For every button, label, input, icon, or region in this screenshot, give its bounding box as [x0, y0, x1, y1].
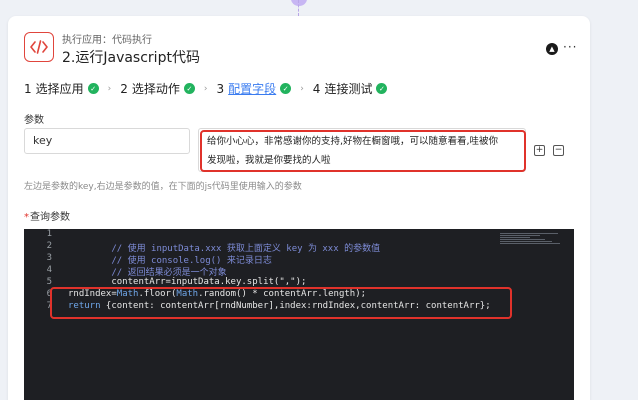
step-number: 1	[24, 81, 32, 96]
required-mark: *	[24, 212, 29, 223]
step-number: 3	[216, 81, 225, 96]
line-number: 1	[46, 229, 52, 239]
step-progress: 1 选择应用 ✓ › 2 选择动作 ✓ › 3 配置字段 ✓ › 4 连接测试 …	[24, 80, 388, 97]
value-highlight-box	[200, 130, 526, 172]
code-minimap[interactable]	[500, 233, 562, 245]
step-configure-fields[interactable]: 3 配置字段 ✓	[217, 80, 292, 97]
step-card: 执行应用：代码执行 2.运行Javascript代码 ▲ ··· 1 选择应用 …	[8, 16, 590, 400]
line-number: 4	[46, 265, 52, 275]
chevron-up-icon[interactable]: ▲	[546, 43, 558, 55]
chevron-right-icon: ›	[203, 83, 208, 94]
flow-connector	[298, 0, 300, 16]
step-number: 4	[312, 81, 321, 96]
line-number: 3	[46, 253, 52, 263]
line-number: 2	[46, 241, 52, 251]
code-brackets-icon	[24, 32, 54, 62]
step-title: 2.运行Javascript代码	[62, 50, 200, 66]
param-key-input[interactable]: key	[24, 128, 190, 154]
step-select-action[interactable]: 2 选择动作 ✓	[120, 80, 195, 97]
step-label: 配置字段	[228, 82, 277, 96]
check-circle-icon: ✓	[280, 83, 292, 94]
step-select-app[interactable]: 1 选择应用 ✓	[24, 80, 99, 97]
chevron-right-icon: ›	[300, 83, 304, 94]
step-label: 选择动作	[131, 82, 180, 96]
plus-square-icon[interactable]: +	[534, 145, 545, 156]
line-number: 7	[46, 301, 52, 311]
check-circle-icon: ✓	[87, 83, 99, 94]
code-highlight-box	[50, 287, 512, 319]
app-subtitle: 执行应用：代码执行	[62, 35, 152, 46]
step-label: 选择应用	[35, 82, 84, 96]
code-line-5: contentArr=inputData.key.split(",");	[68, 277, 307, 287]
step-test-connection[interactable]: 4 连接测试 ✓	[313, 80, 388, 97]
params-hint: 左边是参数的key,右边是参数的值，在下面的js代码里使用输入的参数	[24, 182, 302, 192]
chevron-right-icon: ›	[107, 83, 112, 94]
line-number: 6	[46, 289, 52, 299]
more-icon[interactable]: ···	[563, 40, 577, 54]
query-label-text: 查询参数	[30, 212, 70, 223]
line-number: 5	[46, 277, 52, 287]
params-label: 参数	[24, 115, 44, 126]
check-circle-icon: ✓	[376, 83, 388, 94]
step-number: 2	[120, 81, 128, 96]
query-params-label: *查询参数	[24, 208, 70, 223]
check-circle-icon: ✓	[183, 83, 195, 94]
step-label: 连接测试	[324, 82, 373, 96]
minus-square-icon[interactable]: −	[553, 145, 564, 156]
